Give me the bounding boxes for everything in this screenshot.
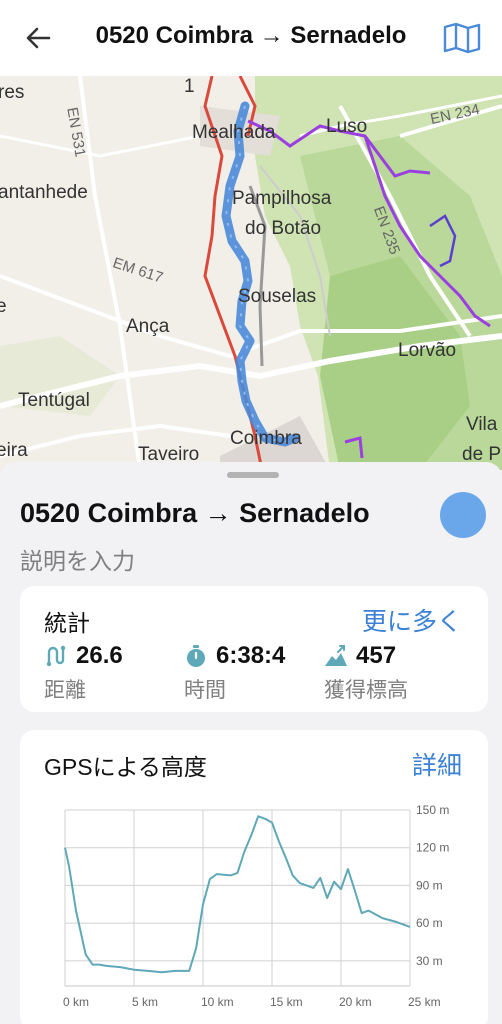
stat-value: 26.6 [76,642,123,669]
sheet-drag-handle[interactable] [227,472,279,478]
map-label: Vila [466,414,498,435]
map-label: res [0,82,25,103]
stat-label: 獲得標高 [324,679,408,702]
map-label: antanhede [0,182,88,203]
page-title: 0520 Coimbra → Sernadelo [95,22,407,49]
track-name[interactable]: 0520 Coimbra → Sernadelo [20,498,370,529]
y-tick-label: 150 m [416,803,449,817]
map-label: Coimbra [230,428,302,449]
stat-time: 6:38:4 時間 [184,642,285,704]
x-tick-label: 0 km [63,995,89,1009]
y-tick-label: 120 m [416,841,449,855]
x-tick-label: 15 km [270,995,303,1009]
map-label: Luso [326,116,368,137]
map-label: Souselas [238,286,317,307]
ascent-icon [325,645,347,666]
x-tick-label: 10 km [201,995,234,1009]
track-details-sheet: 0520 Coimbra → Sernadelo 説明を入力 統計 更に多く 2… [0,462,502,1024]
map-label: e [0,296,7,317]
elevation-line [64,815,411,974]
elevation-title: GPSによる高度 [44,754,207,780]
y-tick-label: 90 m [416,878,443,892]
x-tick-label: 5 km [132,995,158,1009]
map-label: Tentúgal [18,390,90,411]
y-tick-label: 30 m [416,954,443,968]
stats-card: 統計 更に多く 26.6 距離 6:38:4 時間 457 獲得標高 [20,586,488,712]
stat-distance: 26.6 距離 [44,642,123,704]
stat-value: 6:38:4 [216,642,286,669]
stat-label: 時間 [184,679,226,702]
stat-label: 距離 [44,679,86,702]
stat-value: 457 [356,642,397,669]
stopwatch-icon [187,645,205,667]
x-tick-label: 20 km [339,995,372,1009]
elevation-detail-link[interactable]: 詳細 [412,746,462,782]
map-label: Pampilhosa [232,188,332,209]
y-tick-label: 60 m [416,916,443,930]
app-bar: 0520 Coimbra → Sernadelo [0,0,502,76]
track-color-button[interactable] [440,492,486,538]
distance-icon [46,645,66,667]
stats-title: 統計 [44,610,90,636]
map-view-button[interactable] [442,20,482,56]
map-label: eira [0,440,28,461]
x-tick-label: 25 km [408,995,441,1009]
elevation-chart[interactable]: 0 km 5 km 10 km 15 km 20 km 25 km 30 m 60 m 90 m… [20,790,488,1024]
map-label: Mealhada [192,122,276,143]
map-label: Ança [126,316,170,337]
route-map[interactable]: res EN 531 1 Mealhada Luso EN 234 antanh… [0,76,502,470]
map-icon [443,22,481,54]
map-label: do Botão [245,218,322,239]
map-label: 1 [184,76,195,97]
description-field[interactable]: 説明を入力 [20,542,135,576]
more-stats-link[interactable]: 更に多く [362,602,462,638]
elevation-card: GPSによる高度 詳細 0 km 5 km 10 km 15 km 20 km 25 km… [20,730,488,1024]
map-label: Lorvão [398,340,457,361]
stat-ascent: 457 獲得標高 [324,642,408,704]
